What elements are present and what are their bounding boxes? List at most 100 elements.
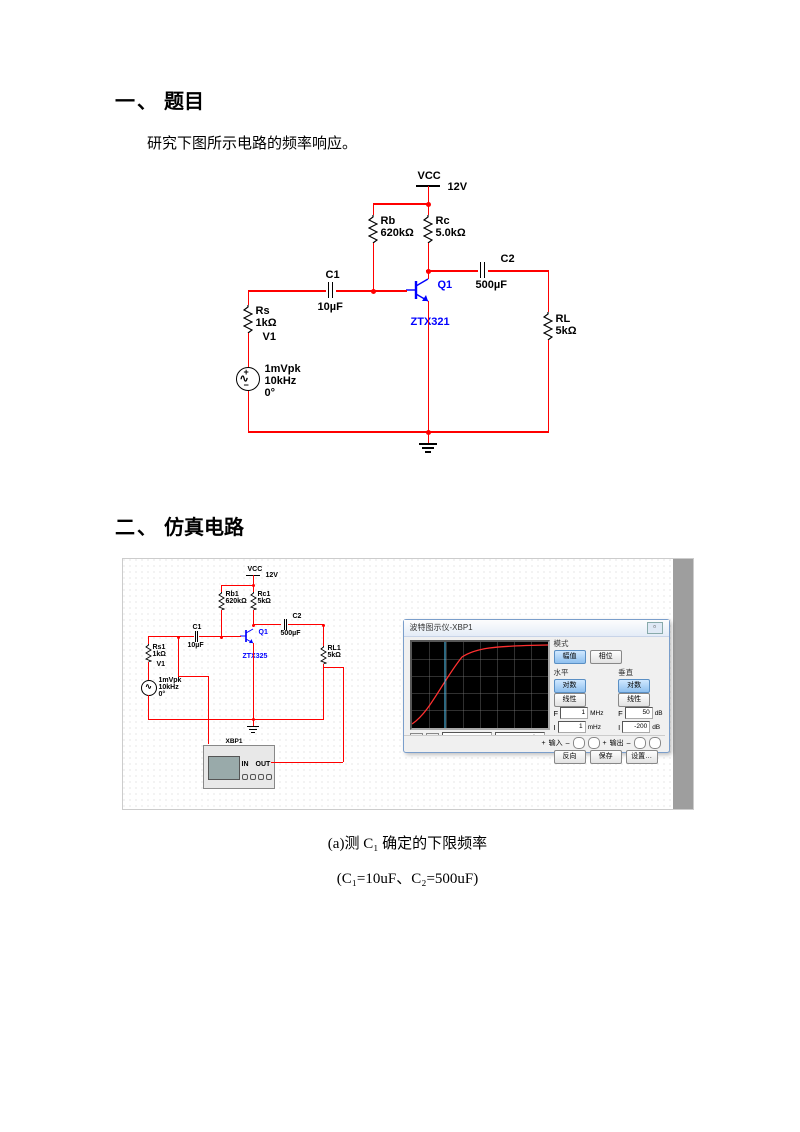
- save-button[interactable]: 保存: [590, 750, 622, 764]
- xbp-in: IN: [242, 761, 249, 768]
- heading-1-num: 一、: [115, 91, 159, 113]
- in-port-icon[interactable]: [588, 737, 600, 749]
- sim-rl-label: RL1: [328, 645, 341, 652]
- rb-label: Rb: [381, 215, 396, 227]
- sim-rb-value: 620kΩ: [226, 598, 247, 605]
- wire: [428, 203, 430, 215]
- v1-label: V1: [263, 331, 276, 343]
- window-restore-icon[interactable]: ▫: [647, 622, 663, 634]
- wire: [548, 270, 550, 312]
- sim-c2-value: 500µF: [281, 630, 301, 637]
- wire: [428, 186, 430, 203]
- c2-value: 500µF: [476, 279, 507, 291]
- document-page: 一、 题目 研究下图所示电路的频率响应。 VCC 12V Rb 620kΩ: [0, 0, 800, 1132]
- heading-1-title: 题目: [164, 91, 204, 113]
- v-lin-button[interactable]: 线性: [618, 693, 650, 707]
- ground-icon: [246, 726, 260, 735]
- sim-q1-model: ZTX325: [243, 653, 268, 660]
- c2-label: C2: [501, 253, 515, 265]
- heading-2-title: 仿真电路: [164, 517, 244, 539]
- sim-rl-value: 5kΩ: [328, 652, 341, 659]
- bode-control-panel: 模式 幅值 相位 水平 对数 线性 F1MHz I1mHz 垂: [554, 638, 665, 750]
- q1-label: Q1: [438, 279, 453, 291]
- reverse-button[interactable]: 反向: [554, 750, 586, 764]
- circuit-diagram: VCC 12V Rb 620kΩ Rc 5.0kΩ: [223, 171, 593, 481]
- ac-source-icon: + ∿ −: [236, 367, 260, 391]
- wire: [373, 203, 375, 215]
- rs-value: 1kΩ: [256, 317, 277, 329]
- sim-vcc-label: VCC: [248, 566, 263, 573]
- sim-rb-label: Rb1: [226, 591, 239, 598]
- resistor-rc-icon: [423, 215, 433, 243]
- caption-a: (a)测 C₁ 确定的下限频率: [115, 832, 700, 853]
- wire: [336, 290, 373, 292]
- bode-plot: [410, 640, 550, 730]
- h-axis-label: 水平: [554, 667, 613, 678]
- sim-rc-value: 5kΩ: [258, 598, 271, 605]
- sim-v1-amp: 1mVpk: [159, 677, 182, 684]
- sim-vcc-value: 12V: [266, 572, 278, 579]
- heading-2: 二、 仿真电路: [115, 511, 700, 540]
- bode-instrument-icon: XBP1 IN OUT: [203, 745, 275, 789]
- rc-label: Rc: [436, 215, 450, 227]
- c1-label: C1: [326, 269, 340, 281]
- sim-q1-label: Q1: [259, 629, 268, 636]
- resistor-rl-icon: [543, 312, 553, 340]
- ac-source-icon: ∿: [141, 680, 157, 696]
- intro-text: 研究下图所示电路的频率响应。: [147, 132, 700, 153]
- h-i-field[interactable]: 1: [558, 721, 586, 733]
- rl-label: RL: [556, 313, 571, 325]
- sim-rs-label: Rs1: [153, 644, 166, 651]
- wire: [248, 333, 250, 367]
- wire: [426, 270, 478, 272]
- v1-phase: 0°: [265, 387, 276, 399]
- wire: [248, 391, 250, 431]
- sim-v1-label: V1: [157, 661, 166, 668]
- magnitude-button[interactable]: 幅值: [554, 650, 586, 664]
- sim-rs-value: 1kΩ: [153, 651, 166, 658]
- wire: [373, 290, 407, 292]
- vcc-label: VCC: [418, 170, 441, 182]
- io-bar: + 输入 – + 输出 –: [404, 735, 665, 750]
- bode-curve-icon: [412, 642, 548, 728]
- sim-rc-label: Rc1: [258, 591, 271, 598]
- c1-value: 10µF: [318, 301, 343, 313]
- out-port-icon[interactable]: [634, 737, 646, 749]
- resistor-icon: [250, 592, 257, 610]
- in-port-icon[interactable]: [573, 737, 585, 749]
- q1-model: ZTX321: [411, 316, 450, 328]
- sim-v1-freq: 10kHz: [159, 684, 179, 691]
- simulation-screenshot: VCC 12V Rb1 620kΩ Rc1 5kΩ C2 500µF: [122, 558, 694, 810]
- sim-c2-label: C2: [293, 613, 302, 620]
- wire: [248, 431, 549, 433]
- wire: [428, 431, 430, 443]
- v-f-field[interactable]: 50: [625, 707, 653, 719]
- caption-a-params: (C₁=10uF、C₂=500uF): [115, 867, 700, 888]
- v-axis-label: 垂直: [618, 667, 677, 678]
- v-log-button[interactable]: 对数: [618, 679, 650, 693]
- wire: [548, 340, 550, 431]
- settings-button[interactable]: 设置…: [626, 750, 658, 764]
- wire: [428, 301, 430, 431]
- heading-1: 一、 题目: [115, 85, 700, 114]
- v1-freq: 10kHz: [265, 375, 297, 387]
- resistor-rs-icon: [243, 305, 253, 333]
- h-f-field[interactable]: 1: [560, 707, 588, 719]
- rs-label: Rs: [256, 305, 270, 317]
- resistor-icon: [145, 644, 152, 662]
- circuit-figure: VCC 12V Rb 620kΩ Rc 5.0kΩ: [115, 171, 700, 481]
- resistor-rb-icon: [368, 215, 378, 243]
- phase-button[interactable]: 相位: [590, 650, 622, 664]
- h-log-button[interactable]: 对数: [554, 679, 586, 693]
- bode-plotter-window: 波特图示仪-XBP1 ▫ ◄ ►: [403, 619, 670, 753]
- heading-2-num: 二、: [115, 517, 159, 539]
- v-i-field[interactable]: -200: [622, 721, 650, 733]
- transistor-q1-icon: [406, 275, 434, 305]
- rb-value: 620kΩ: [381, 227, 414, 239]
- bode-titlebar: 波特图示仪-XBP1 ▫: [404, 620, 669, 637]
- wire: [373, 203, 430, 205]
- wire: [248, 290, 326, 292]
- xbp-out: OUT: [256, 761, 271, 768]
- h-lin-button[interactable]: 线性: [554, 693, 586, 707]
- out-port-icon[interactable]: [649, 737, 661, 749]
